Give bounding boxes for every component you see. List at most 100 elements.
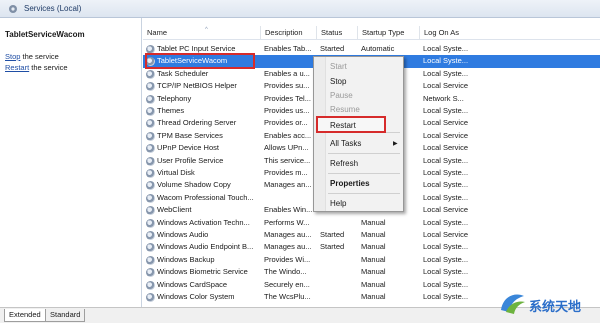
context-menu-icon-column <box>314 57 326 211</box>
restart-service-link[interactable]: Restart <box>5 63 29 72</box>
service-description-cell: Securely en... <box>264 279 310 289</box>
service-log-on-as-cell: Local Service <box>423 205 469 215</box>
menu-separator <box>328 193 400 194</box>
menu-separator <box>328 153 400 154</box>
service-status-cell: Started <box>320 44 345 53</box>
service-name-cell: TPM Base Services <box>157 130 223 140</box>
service-description-cell: Provides Tel... <box>264 93 311 103</box>
service-gear-icon <box>146 156 155 166</box>
service-row[interactable]: Windows Activation Techn... Performs W...… <box>143 217 600 229</box>
service-log-on-as-cell: Local Syste... <box>423 56 469 66</box>
service-description-cell: The WcsPlu... <box>264 292 311 301</box>
service-row[interactable]: Windows Audio Manages au... Started Manual L… <box>143 229 600 241</box>
watermark-logo-icon <box>501 294 525 314</box>
service-name-cell: Task Scheduler <box>157 68 209 78</box>
service-row[interactable]: Windows Backup Provides Wi... Manual Local … <box>143 254 600 266</box>
service-log-on-as-cell: Local Syste... <box>423 155 469 165</box>
service-name-cell: TCP/IP NetBIOS Helper <box>157 81 237 91</box>
service-log-on-as-cell: Local Syste... <box>423 254 469 264</box>
service-log-on-as-cell: Local Syste... <box>423 44 469 53</box>
site-watermark: 系统天地 <box>497 286 597 318</box>
submenu-arrow-icon: ▶ <box>393 141 398 147</box>
selected-service-highlight <box>145 53 255 69</box>
service-gear-icon <box>146 69 155 79</box>
service-row[interactable]: Windows Audio Endpoint B... Manages au...… <box>143 241 600 253</box>
service-gear-icon <box>146 131 155 141</box>
service-row[interactable]: Windows Biometric Service The Windo... Man… <box>143 266 600 278</box>
service-log-on-as-cell: Local Syste... <box>423 242 469 252</box>
service-description-cell: Enables Win... <box>264 205 313 215</box>
column-header-name-label: Name <box>147 28 168 37</box>
service-name-cell: Telephony <box>157 93 192 103</box>
service-description-cell: Enables Tab... <box>264 44 312 53</box>
service-name-cell: Virtual Disk <box>157 168 195 177</box>
service-description-cell: Allows UPn... <box>264 143 309 153</box>
service-log-on-as-cell: Local Syste... <box>423 217 469 227</box>
column-header-status[interactable]: Status <box>317 26 358 40</box>
menu-item-stop[interactable]: Stop <box>330 77 346 86</box>
service-gear-icon <box>146 293 155 302</box>
service-description-cell: Manages au... <box>264 242 312 252</box>
column-header-startup-type[interactable]: Startup Type <box>358 26 420 40</box>
service-log-on-as-cell: Local Syste... <box>423 168 469 177</box>
watermark-text: 系统天地 <box>529 300 582 315</box>
service-gear-icon <box>146 218 155 228</box>
service-description-cell: Enables acc... <box>264 130 312 140</box>
service-log-on-as-cell: Local Service <box>423 118 469 128</box>
service-log-on-as-cell: Network S... <box>423 93 464 103</box>
service-gear-icon <box>146 169 155 178</box>
service-description-cell: Manages an... <box>264 180 312 190</box>
column-header-description[interactable]: Description <box>261 26 317 40</box>
menu-item-pause[interactable]: Pause <box>330 91 353 100</box>
tab-standard[interactable]: Standard <box>45 309 86 322</box>
service-name-cell: User Profile Service <box>157 155 224 165</box>
service-description-cell: The Windo... <box>264 267 307 277</box>
service-gear-icon <box>146 193 155 203</box>
sort-ascending-icon: ^ <box>205 27 208 33</box>
service-status-cell: Started <box>320 230 345 239</box>
menu-item-all-tasks[interactable]: All Tasks <box>330 139 361 148</box>
column-header-log-on-as[interactable]: Log On As <box>420 26 600 40</box>
stop-service-link[interactable]: Stop <box>5 52 20 61</box>
menu-item-properties[interactable]: Properties <box>330 179 370 188</box>
service-gear-icon <box>146 94 155 104</box>
service-name-cell: Windows Biometric Service <box>157 267 248 277</box>
service-description-cell: Manages au... <box>264 230 312 239</box>
service-description-cell: Provides Wi... <box>264 254 311 264</box>
service-log-on-as-cell: Local Service <box>423 230 469 239</box>
service-gear-icon <box>146 268 155 278</box>
menu-item-start[interactable]: Start <box>330 62 347 71</box>
menu-item-resume[interactable]: Resume <box>330 105 360 114</box>
service-log-on-as-cell: Local Syste... <box>423 68 469 78</box>
stop-service-row: Stop the service <box>5 52 59 61</box>
service-gear-icon <box>146 243 155 253</box>
service-name-cell: Wacom Professional Touch... <box>157 192 254 202</box>
service-log-on-as-cell: Local Syste... <box>423 180 469 190</box>
service-log-on-as-cell: Local Service <box>423 130 469 140</box>
column-header-name[interactable]: Name ^ <box>143 26 261 40</box>
menu-item-help[interactable]: Help <box>330 199 346 208</box>
service-log-on-as-cell: Local Service <box>423 143 469 153</box>
service-status-cell: Started <box>320 242 345 252</box>
restart-service-row: Restart the service <box>5 63 68 72</box>
menu-item-restart[interactable]: Restart <box>330 121 356 130</box>
service-log-on-as-cell: Local Service <box>423 81 469 91</box>
menu-item-restart-highlight[interactable]: Restart <box>316 116 386 133</box>
service-description-cell: Provides m... <box>264 168 308 177</box>
service-log-on-as-cell: Local Syste... <box>423 192 469 202</box>
service-gear-icon <box>146 119 155 129</box>
service-name-cell: Themes <box>157 106 185 115</box>
service-gear-icon <box>146 231 155 240</box>
service-log-on-as-cell: Local Syste... <box>423 292 469 301</box>
service-startup-type-cell: Manual <box>361 267 386 277</box>
service-description-cell: Enables a u... <box>264 68 310 78</box>
service-gear-icon <box>146 144 155 154</box>
menu-item-refresh[interactable]: Refresh <box>330 159 358 168</box>
service-gear-icon <box>146 181 155 191</box>
tab-extended[interactable]: Extended <box>4 309 46 322</box>
service-startup-type-cell: Manual <box>361 279 386 289</box>
service-gear-icon <box>146 255 155 265</box>
service-startup-type-cell: Manual <box>361 254 386 264</box>
context-menu: Start Stop Pause Resume All Tasks ▶ Refr… <box>313 56 404 212</box>
service-name-cell: Windows Backup <box>157 254 215 264</box>
